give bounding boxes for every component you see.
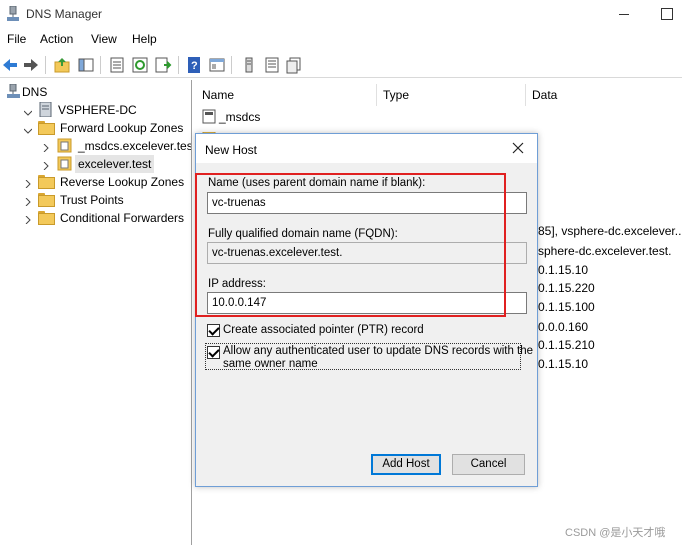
svg-text:?: ? bbox=[191, 60, 198, 72]
export-icon[interactable] bbox=[154, 56, 172, 74]
list-icon[interactable] bbox=[263, 56, 281, 74]
column-divider[interactable] bbox=[376, 84, 377, 106]
window-title: DNS Manager bbox=[26, 7, 103, 21]
ptr-record-label[interactable]: Create associated pointer (PTR) record bbox=[223, 324, 424, 337]
allow-update-checkbox[interactable] bbox=[207, 346, 220, 359]
minimize-button[interactable] bbox=[614, 4, 634, 24]
tree-label: Forward Lookup Zones bbox=[60, 121, 184, 135]
dns-icon bbox=[6, 83, 21, 99]
tree-label: Conditional Forwarders bbox=[60, 211, 185, 225]
column-divider[interactable] bbox=[525, 84, 526, 106]
menu-file[interactable]: File bbox=[7, 32, 26, 46]
toolbar-separator bbox=[178, 56, 179, 74]
cancel-button[interactable]: Cancel bbox=[452, 454, 525, 475]
list-cell-data: 85], vsphere-dc.excelever.... bbox=[538, 224, 682, 238]
tree-label: Reverse Lookup Zones bbox=[60, 175, 185, 189]
tree-label: Trust Points bbox=[60, 193, 124, 207]
list-cell-data: sphere-dc.excelever.test. bbox=[538, 244, 672, 258]
tree-label-selected: excelever.test bbox=[75, 155, 155, 173]
console-tree: DNS VSPHERE-DC Forward Lookup Zones _msd… bbox=[0, 80, 192, 545]
console-icon[interactable] bbox=[208, 56, 226, 74]
add-host-button[interactable]: Add Host bbox=[371, 454, 441, 475]
tree-item-server[interactable]: VSPHERE-DC bbox=[0, 101, 190, 119]
tree-item-zone-excelever[interactable]: excelever.test bbox=[0, 155, 190, 173]
list-cell-data: 0.1.15.100 bbox=[538, 300, 595, 314]
chevron-right-icon[interactable] bbox=[24, 213, 32, 225]
tree-item-trust-points[interactable]: Trust Points bbox=[0, 191, 190, 209]
tree-item-zone-msdcs[interactable]: _msdcs.excelever.test bbox=[0, 137, 192, 155]
toolbar-separator bbox=[100, 56, 101, 74]
toolbar: ? bbox=[0, 52, 682, 78]
chevron-down-icon[interactable] bbox=[23, 124, 33, 134]
help-icon[interactable]: ? bbox=[185, 56, 203, 74]
tree-label: VSPHERE-DC bbox=[58, 103, 137, 117]
tree-item-reverse-lookup-zones[interactable]: Reverse Lookup Zones bbox=[0, 173, 190, 191]
dialog-title-bar: New Host bbox=[196, 134, 537, 163]
copy-icon[interactable] bbox=[285, 56, 303, 74]
toolbar-separator bbox=[45, 56, 46, 74]
tree-label: DNS bbox=[22, 85, 48, 99]
back-icon[interactable] bbox=[1, 56, 19, 74]
ptr-record-checkbox[interactable] bbox=[207, 324, 220, 337]
chevron-down-icon[interactable] bbox=[23, 106, 33, 116]
tree-item-forward-lookup-zones[interactable]: Forward Lookup Zones bbox=[0, 119, 190, 137]
refresh-icon[interactable] bbox=[131, 56, 149, 74]
dialog-title: New Host bbox=[205, 143, 258, 157]
forward-icon[interactable] bbox=[22, 56, 40, 74]
tree-item-dns[interactable]: DNS bbox=[0, 83, 190, 101]
zone-icon bbox=[202, 109, 216, 124]
filter-icon[interactable] bbox=[240, 56, 258, 74]
list-cell-data: 0.1.15.220 bbox=[538, 281, 595, 295]
list-cell-data: 0.1.15.210 bbox=[538, 338, 595, 352]
close-icon[interactable] bbox=[510, 140, 526, 156]
folder-icon bbox=[38, 121, 55, 135]
maximize-button[interactable] bbox=[656, 4, 676, 24]
highlight-box bbox=[195, 173, 506, 317]
title-bar: DNS Manager bbox=[0, 0, 682, 28]
menu-view[interactable]: View bbox=[91, 32, 117, 46]
chevron-right-icon[interactable] bbox=[24, 177, 32, 189]
menu-help[interactable]: Help bbox=[132, 32, 157, 46]
column-header-type[interactable]: Type bbox=[383, 88, 409, 102]
dns-manager-icon bbox=[6, 5, 20, 22]
zone-icon bbox=[57, 156, 72, 171]
list-cell-data: 0.1.15.10 bbox=[538, 357, 589, 371]
chevron-right-icon[interactable] bbox=[42, 159, 50, 171]
server-icon bbox=[38, 101, 53, 118]
tree-label: _msdcs.excelever.test bbox=[78, 139, 192, 153]
allow-update-label-line1[interactable]: Allow any authenticated user to update D… bbox=[223, 345, 533, 358]
column-header-name[interactable]: Name bbox=[202, 88, 234, 102]
tree-item-conditional-forwarders[interactable]: Conditional Forwarders bbox=[0, 209, 190, 227]
folder-icon bbox=[38, 175, 55, 189]
watermark: CSDN @是小天才哦 bbox=[565, 527, 666, 539]
column-header-data[interactable]: Data bbox=[532, 88, 557, 102]
folder-icon bbox=[38, 193, 55, 207]
chevron-right-icon[interactable] bbox=[24, 195, 32, 207]
list-cell-data: 0.0.0.160 bbox=[538, 320, 589, 334]
allow-update-label-line2[interactable]: same owner name bbox=[223, 358, 318, 371]
chevron-right-icon[interactable] bbox=[42, 141, 50, 153]
menu-bar: File Action View Help bbox=[0, 30, 682, 50]
toolbar-separator bbox=[231, 56, 232, 74]
show-hide-tree-icon[interactable] bbox=[77, 56, 95, 74]
list-cell-data: 0.1.15.10 bbox=[538, 263, 589, 277]
folder-icon bbox=[38, 211, 55, 225]
menu-action[interactable]: Action bbox=[40, 32, 73, 46]
list-item-name[interactable]: _msdcs bbox=[219, 110, 260, 124]
zone-icon bbox=[57, 138, 72, 153]
up-folder-icon[interactable] bbox=[53, 56, 71, 74]
properties-icon[interactable] bbox=[108, 56, 126, 74]
